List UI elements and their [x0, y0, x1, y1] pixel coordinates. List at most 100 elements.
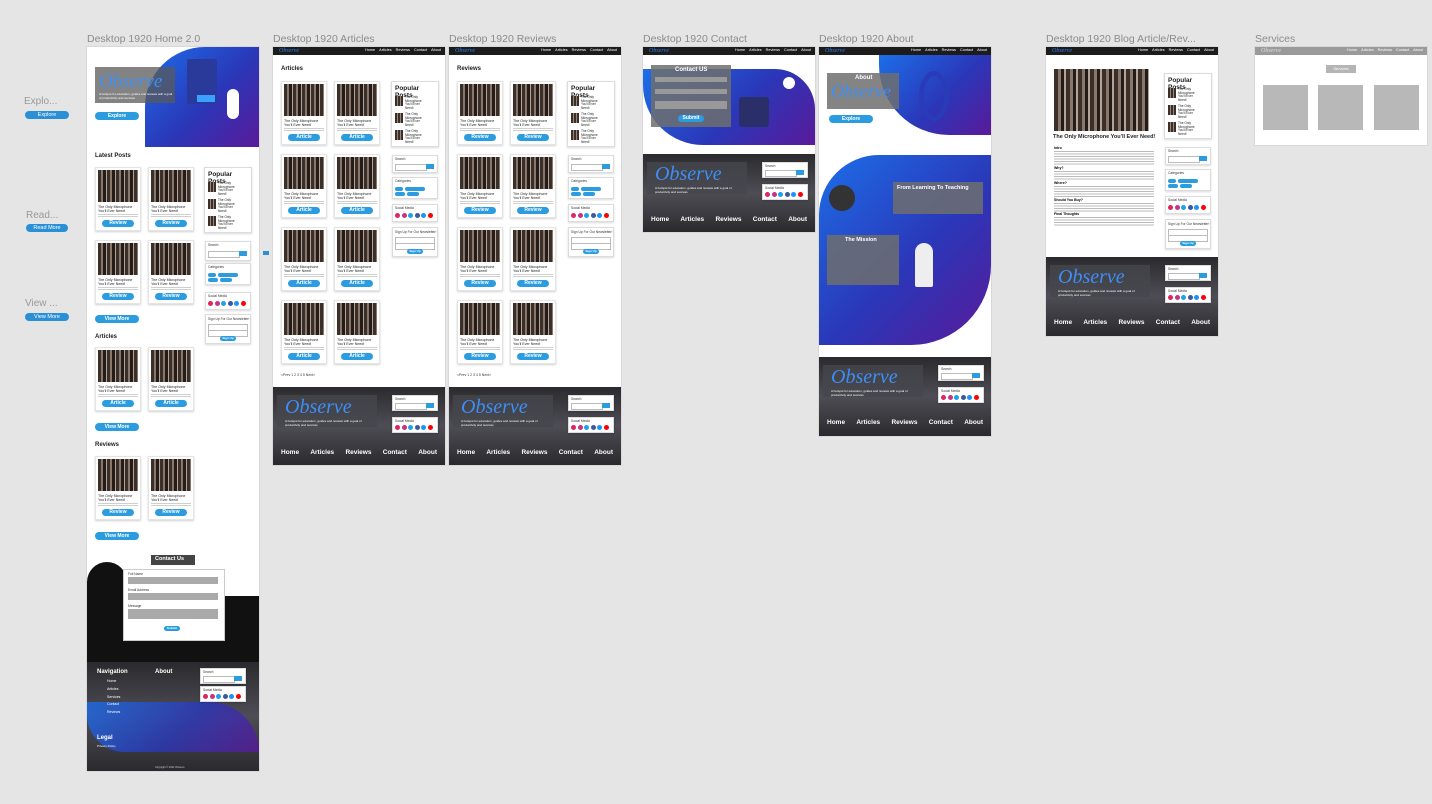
search-input[interactable] — [765, 170, 797, 177]
post-thumbnail[interactable] — [151, 170, 191, 202]
post-card[interactable]: The Only Microphone You'll Ever Need! Rev… — [148, 167, 194, 231]
social-icon[interactable] — [401, 213, 407, 218]
post-title[interactable]: The Only Microphone You'll Ever Need! — [98, 494, 138, 502]
post-thumbnail[interactable] — [460, 303, 500, 335]
category-tag[interactable] — [220, 278, 232, 282]
search-icon[interactable] — [239, 251, 247, 256]
popular-title[interactable]: The Only Microphone You'll Ever Need! — [405, 95, 427, 110]
newsletter-signup-button[interactable]: Sign Up — [407, 249, 423, 254]
social-icon[interactable] — [590, 213, 596, 218]
popular-title[interactable]: The Only Microphone You'll Ever Need! — [218, 198, 240, 213]
nav-about[interactable]: About — [1413, 48, 1423, 52]
post-card[interactable]: The Only Microphone You'll Ever Need! Art… — [95, 347, 141, 411]
post-card-button[interactable]: Review — [464, 207, 496, 214]
nav-articles[interactable]: Articles — [1361, 48, 1373, 52]
post-card-button[interactable]: Review — [517, 207, 549, 214]
social-icon[interactable] — [395, 425, 400, 430]
post-title[interactable]: The Only Microphone You'll Ever Need! — [337, 265, 377, 273]
service-card[interactable] — [1318, 85, 1363, 130]
footer-nav-home[interactable]: Home — [1054, 319, 1072, 326]
post-title[interactable]: The Only Microphone You'll Ever Need! — [513, 265, 553, 273]
search-input[interactable] — [203, 676, 235, 683]
contact-message-input[interactable] — [655, 101, 727, 109]
nav-about[interactable]: About — [1204, 48, 1214, 52]
footer-link-reviews[interactable]: Reviews — [107, 710, 120, 714]
post-card-button[interactable]: Article — [288, 207, 320, 214]
social-icon[interactable] — [1200, 205, 1206, 210]
post-thumbnail[interactable] — [151, 459, 191, 491]
explore-component-button[interactable]: Explore — [25, 111, 69, 119]
nav-about[interactable]: About — [977, 48, 987, 52]
post-title[interactable]: The Only Microphone You'll Ever Need! — [337, 338, 377, 346]
post-card-button[interactable]: Article — [288, 280, 320, 287]
search-input[interactable] — [1168, 273, 1200, 280]
popular-thumb[interactable] — [1168, 88, 1176, 98]
post-card[interactable]: The Only Microphone You'll Ever Need! Rev… — [457, 300, 503, 364]
search-input[interactable] — [395, 164, 427, 171]
search-input[interactable] — [941, 373, 973, 380]
post-thumbnail[interactable] — [98, 170, 138, 202]
social-icon[interactable] — [427, 425, 433, 430]
about-explore-button[interactable]: Explore — [829, 115, 873, 123]
post-card-button[interactable]: Article — [341, 353, 373, 360]
category-tag[interactable] — [405, 187, 425, 191]
footer-about-heading[interactable]: About — [155, 669, 172, 675]
frame-title-about[interactable]: Desktop 1920 About — [819, 33, 914, 45]
post-title[interactable]: The Only Microphone You'll Ever Need! — [98, 385, 138, 393]
post-card[interactable]: The Only Microphone You'll Ever Need! Rev… — [510, 300, 556, 364]
post-thumbnail[interactable] — [460, 230, 500, 262]
footer-nav-home[interactable]: Home — [281, 449, 299, 456]
post-card[interactable]: The Only Microphone You'll Ever Need! Art… — [148, 347, 194, 411]
footer-nav-articles[interactable]: Articles — [1083, 319, 1107, 326]
popular-title[interactable]: The Only Microphone You'll Ever Need! — [405, 129, 427, 144]
social-icon[interactable] — [222, 694, 228, 699]
post-card-button[interactable]: Article — [341, 207, 373, 214]
category-tag[interactable] — [1168, 179, 1176, 183]
post-title[interactable]: The Only Microphone You'll Ever Need! — [460, 265, 500, 273]
social-icon[interactable] — [421, 213, 426, 218]
post-thumbnail[interactable] — [151, 350, 191, 382]
search-input[interactable] — [571, 164, 603, 171]
post-title[interactable]: The Only Microphone You'll Ever Need! — [98, 278, 138, 286]
popular-thumb[interactable] — [208, 199, 216, 209]
post-card-button[interactable]: Article — [288, 134, 320, 141]
nav-articles[interactable]: Articles — [555, 48, 567, 52]
post-thumbnail[interactable] — [460, 157, 500, 189]
post-thumbnail[interactable] — [337, 84, 377, 116]
post-title[interactable]: The Only Microphone You'll Ever Need! — [151, 385, 191, 393]
frame-title-blog[interactable]: Desktop 1920 Blog Article/Rev... — [1046, 33, 1196, 45]
social-icon[interactable] — [408, 425, 413, 430]
social-icon[interactable] — [414, 425, 420, 430]
category-tag[interactable] — [583, 192, 595, 196]
nav-contact[interactable]: Contact — [1187, 48, 1200, 52]
frame-title-reviews[interactable]: Desktop 1920 Reviews — [449, 33, 556, 45]
search-icon[interactable] — [1199, 156, 1207, 161]
post-card-button[interactable]: Article — [155, 400, 187, 407]
post-thumbnail[interactable] — [284, 157, 324, 189]
articles-frame[interactable]: Observe Home Articles Reviews Contact Ab… — [273, 47, 445, 465]
social-icon[interactable] — [973, 395, 979, 400]
category-tag[interactable] — [571, 187, 579, 191]
frame-title-services[interactable]: Services — [1255, 33, 1295, 45]
post-thumbnail[interactable] — [98, 243, 138, 275]
social-icon[interactable] — [240, 301, 246, 306]
post-thumbnail[interactable] — [513, 157, 553, 189]
search-icon[interactable] — [426, 403, 434, 408]
popular-thumb[interactable] — [208, 216, 216, 226]
social-icon[interactable] — [221, 301, 226, 306]
post-title[interactable]: The Only Microphone You'll Ever Need! — [513, 119, 553, 127]
social-icon[interactable] — [590, 425, 596, 430]
footer-link-services[interactable]: Services — [107, 695, 120, 699]
social-icon[interactable] — [208, 301, 213, 306]
search-icon[interactable] — [426, 164, 434, 169]
social-icon[interactable] — [967, 395, 972, 400]
footer-nav-about[interactable]: About — [964, 419, 983, 426]
social-icon[interactable] — [216, 694, 221, 699]
post-title[interactable]: The Only Microphone You'll Ever Need! — [151, 278, 191, 286]
connector-handle[interactable] — [263, 251, 269, 255]
post-card[interactable]: The Only Microphone You'll Ever Need! Rev… — [148, 240, 194, 304]
nav-home[interactable]: Home — [911, 48, 921, 52]
footer-nav-about[interactable]: About — [418, 449, 437, 456]
contact-name-input[interactable] — [655, 77, 727, 82]
post-title[interactable]: The Only Microphone You'll Ever Need! — [284, 192, 324, 200]
